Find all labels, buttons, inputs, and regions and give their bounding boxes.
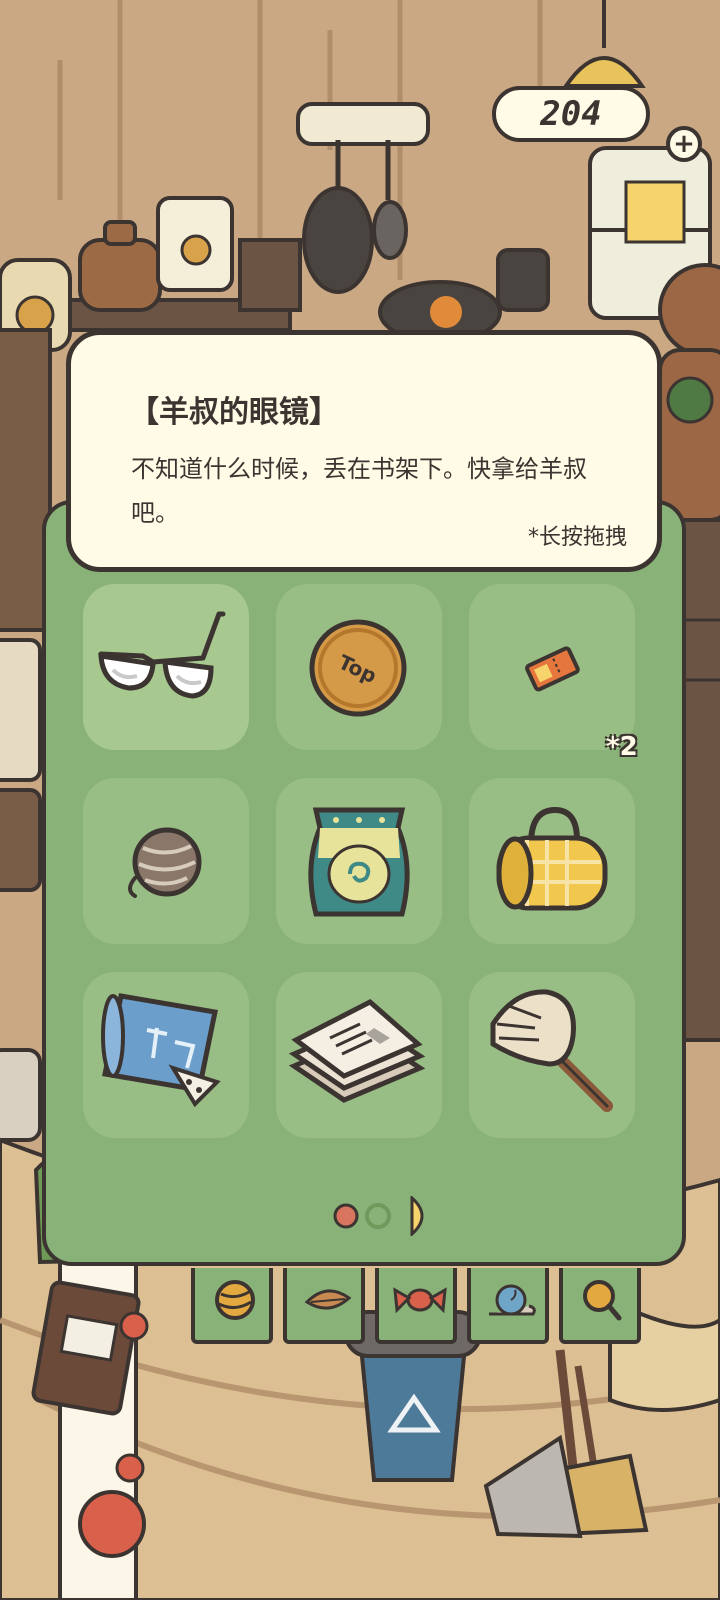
category-tab-leaf[interactable] xyxy=(283,1268,365,1344)
duster-icon xyxy=(490,989,613,1112)
page-dot-1[interactable] xyxy=(333,1203,359,1229)
page-dot-2[interactable] xyxy=(365,1203,391,1229)
page-dot-3[interactable] xyxy=(410,1196,424,1236)
magnifier-icon xyxy=(583,1280,622,1321)
inventory-slot-picnic-mat[interactable] xyxy=(469,778,635,944)
category-tab-magnifier[interactable] xyxy=(559,1268,641,1344)
inventory-slot-coin[interactable]: Top xyxy=(276,584,442,750)
inventory-slot-ticket[interactable] xyxy=(469,584,635,750)
item-title: 【羊叔的眼镜】 xyxy=(129,395,339,430)
currency-counter: 204 xyxy=(492,86,650,142)
page-indicator xyxy=(333,1196,424,1236)
newspaper-icon xyxy=(288,999,426,1103)
inventory-slot-newspaper[interactable] xyxy=(276,972,442,1138)
leaf-icon xyxy=(304,1289,352,1310)
category-tab-yarn[interactable] xyxy=(191,1268,273,1344)
glasses-icon xyxy=(98,611,226,699)
category-tab-candy[interactable] xyxy=(375,1268,457,1344)
drag-hint: *长按拖拽 xyxy=(527,525,627,550)
yarn-ball-icon xyxy=(215,1280,255,1320)
item-description-card: 【羊叔的眼镜】 不知道什么时候，丢在书架下。快拿给羊叔吧。 *长按拖拽 xyxy=(66,330,662,572)
picnic-mat-icon xyxy=(496,806,608,911)
inventory-slot-glasses[interactable] xyxy=(83,584,249,750)
inventory-slot-snack-bag[interactable] xyxy=(276,778,442,944)
inventory-slot-yarn[interactable] xyxy=(83,778,249,944)
yarn-ball-icon xyxy=(128,827,202,898)
plus-icon: + xyxy=(673,129,695,159)
currency-value: 204 xyxy=(540,94,602,134)
flour-bag-icon xyxy=(156,196,234,292)
inventory-slot-blueprint[interactable] xyxy=(83,972,249,1138)
bear-character-icon xyxy=(658,263,720,522)
add-currency-button[interactable]: + xyxy=(666,126,702,162)
snail-icon xyxy=(489,1284,536,1316)
snack-bag-icon xyxy=(308,807,410,917)
blueprint-icon xyxy=(101,993,221,1108)
item-quantity-badge: *2 xyxy=(606,732,638,762)
coin-icon: Top xyxy=(309,619,407,717)
candy-icon xyxy=(393,1287,447,1314)
inventory-slot-duster[interactable] xyxy=(469,972,635,1138)
category-tab-snail[interactable] xyxy=(467,1268,549,1344)
ticket-icon xyxy=(525,646,580,692)
